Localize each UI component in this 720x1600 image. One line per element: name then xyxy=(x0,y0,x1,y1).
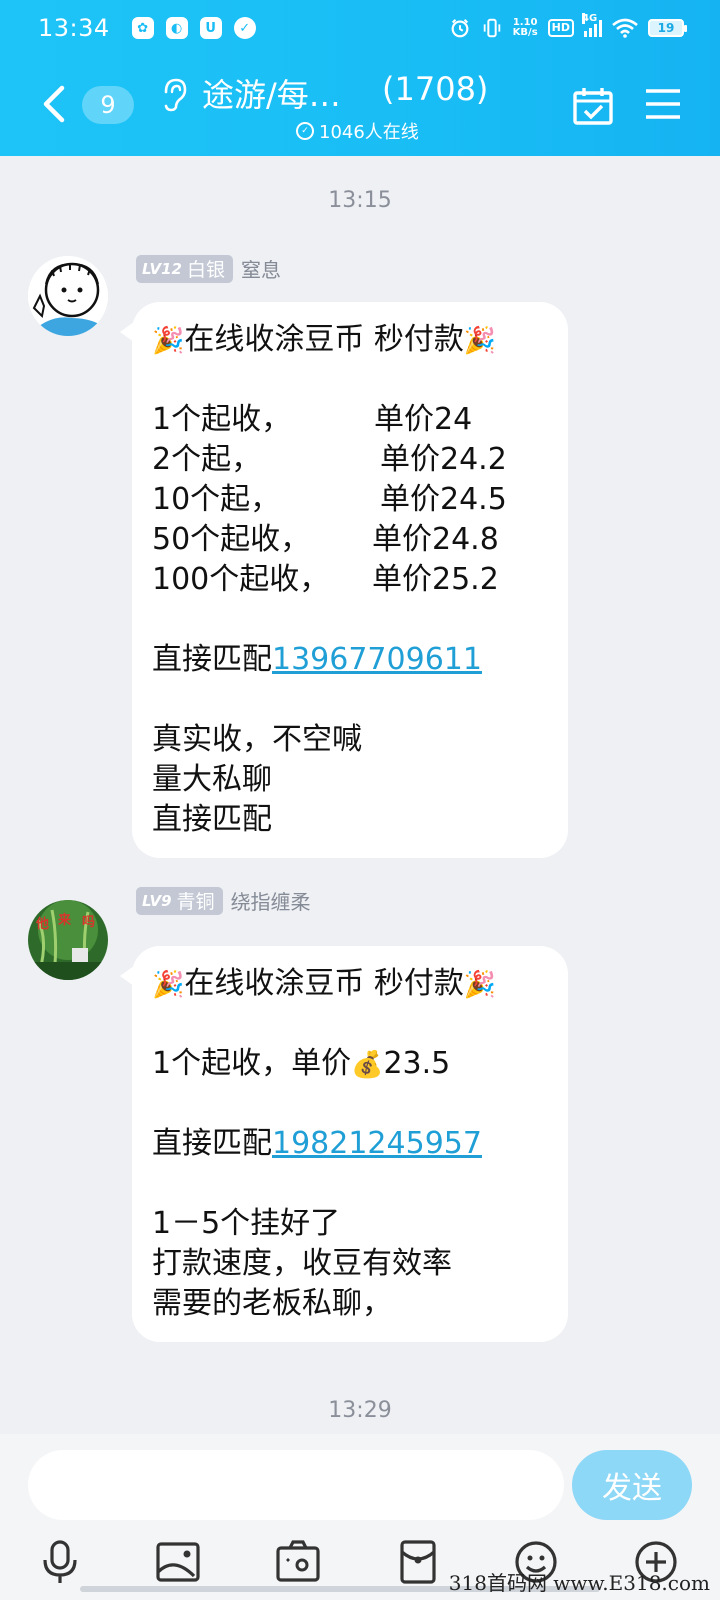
camera-icon[interactable] xyxy=(274,1538,322,1586)
online-check-icon: ✓ xyxy=(296,122,314,140)
message-input[interactable] xyxy=(28,1450,564,1520)
shield-app-icon: U xyxy=(199,17,222,39)
vibrate-icon xyxy=(483,18,500,38)
online-status: ✓ 1046人在线 xyxy=(296,118,419,144)
svg-text:来: 来 xyxy=(57,912,72,928)
hd-badge: HD xyxy=(547,19,574,37)
notification-icons: ✿ ◐ U ✓ xyxy=(131,17,256,39)
status-bar: 13:34 ✿ ◐ U ✓ 1.10 KB/s HD 4G 19 xyxy=(0,0,720,56)
sender-row: LV9 青铜 绕指缠柔 xyxy=(136,886,311,915)
status-time: 13:34 xyxy=(38,14,110,42)
online-count: 1046人在线 xyxy=(319,122,419,143)
time-divider: 13:29 xyxy=(328,1398,392,1423)
alarm-icon xyxy=(451,19,469,38)
unread-count-badge[interactable]: 9 xyxy=(82,86,134,124)
message-line: 打款速度，收豆有效率 xyxy=(152,1246,452,1281)
browser-app-icon: ◐ xyxy=(165,17,188,39)
group-title[interactable]: 途游/每… xyxy=(202,70,341,116)
network-type: 4G xyxy=(582,13,598,24)
party-popper-icon: 🎉 xyxy=(152,970,185,1000)
menu-icon[interactable] xyxy=(644,88,682,120)
ear-icon[interactable] xyxy=(158,76,188,112)
level-badge: LV12 白银 xyxy=(136,254,233,283)
image-icon[interactable] xyxy=(154,1538,202,1586)
message-line: 直接匹配 xyxy=(152,802,272,837)
red-packet-icon[interactable] xyxy=(394,1538,442,1586)
message-line: 1－5个挂好了 xyxy=(152,1206,341,1241)
match-line: 直接匹配13967709611 xyxy=(152,642,482,677)
sender-name[interactable]: 绕指缠柔 xyxy=(231,886,311,915)
sender-name[interactable]: 窒息 xyxy=(241,254,281,283)
signal-icon: 4G xyxy=(582,13,602,37)
phone-link[interactable]: 19821245957 xyxy=(272,1126,482,1161)
price-line: 1个起收，单价💰23.5 xyxy=(152,1046,451,1081)
party-popper-icon: 🎉 xyxy=(152,326,185,356)
level-badge: LV9 青铜 xyxy=(136,886,223,915)
watermark: 318首码网 www.E318.com xyxy=(448,1571,710,1595)
message-line: 需要的老板私聊， xyxy=(152,1286,392,1321)
input-bar: 发送 318首码网 www.E318.com xyxy=(0,1434,720,1600)
back-arrow-icon[interactable] xyxy=(38,84,68,124)
message-line: 真实收，不空喊 xyxy=(152,722,362,757)
money-bag-icon: 💰 xyxy=(351,1050,384,1080)
message-bubble[interactable]: 🎉在线收涂豆币 秒付款🎉 1个起收，单价💰23.5 直接匹配1982124595… xyxy=(120,946,568,1342)
check-app-icon: ✓ xyxy=(233,17,256,39)
avatar[interactable]: 他 来 吗 xyxy=(28,900,108,980)
wifi-icon xyxy=(612,18,638,38)
price-row: 50个起收， 单价24.8 xyxy=(152,522,499,557)
price-row: 100个起收， 单价25.2 xyxy=(152,562,499,597)
cartoon-face-icon xyxy=(28,256,108,336)
chat-navbar: 9 途游/每… (1708) ✓ 1046人在线 xyxy=(0,56,720,156)
top-header: 13:34 ✿ ◐ U ✓ 1.10 KB/s HD 4G 19 9 途游/每…… xyxy=(0,0,720,156)
message-bubble[interactable]: 🎉在线收涂豆币 秒付款🎉 1个起收， 单价24 2个起， 单价24.2 10个起，单… xyxy=(120,302,568,858)
time-divider: 13:15 xyxy=(328,188,392,213)
net-speed: 1.10 KB/s xyxy=(512,17,538,38)
member-count[interactable]: (1708) xyxy=(382,70,488,108)
message-title: 🎉在线收涂豆币 秒付款🎉 xyxy=(152,966,497,1001)
avatar[interactable] xyxy=(28,256,108,336)
send-button[interactable]: 发送 xyxy=(572,1450,692,1520)
phone-link[interactable]: 13967709611 xyxy=(272,642,482,677)
battery-icon: 19 xyxy=(648,19,687,37)
party-popper-icon: 🎉 xyxy=(463,326,497,356)
price-row: 1个起收， 单价24 xyxy=(152,402,473,437)
landscape-avatar-icon: 他 来 吗 xyxy=(28,900,108,980)
microphone-icon[interactable] xyxy=(36,1538,84,1586)
price-row: 2个起， 单价24.2 xyxy=(152,442,507,477)
match-line: 直接匹配19821245957 xyxy=(152,1126,482,1161)
svg-text:他: 他 xyxy=(35,916,49,932)
svg-text:吗: 吗 xyxy=(82,915,95,930)
price-row: 10个起， 单价24.5 xyxy=(152,482,507,517)
message-line: 量大私聊 xyxy=(152,762,272,797)
sender-row: LV12 白银 窒息 xyxy=(136,254,281,283)
calendar-check-icon[interactable] xyxy=(572,86,614,126)
baidu-app-icon: ✿ xyxy=(131,17,154,39)
system-indicators: 1.10 KB/s HD 4G 19 xyxy=(449,13,687,39)
party-popper-icon: 🎉 xyxy=(463,970,497,1000)
message-title: 🎉在线收涂豆币 秒付款🎉 xyxy=(152,322,497,357)
